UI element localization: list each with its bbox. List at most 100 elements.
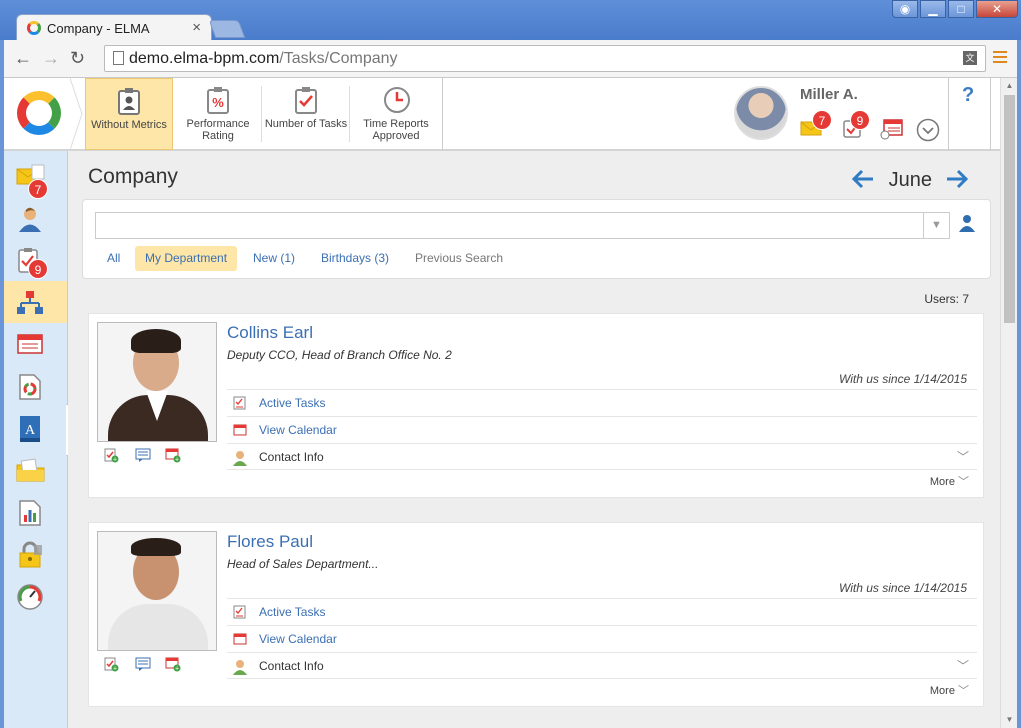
add-task-icon[interactable]: + <box>103 447 119 464</box>
sidebar-tasks-badge: 9 <box>28 259 48 279</box>
clock-icon <box>383 86 410 114</box>
app-header: Without Metrics % Performance Rating Num… <box>4 78 1000 151</box>
tasks-badge: 9 <box>850 110 870 130</box>
logo-chevron-icon <box>70 78 83 150</box>
window-close-button[interactable]: ✕ <box>976 0 1018 18</box>
month-navigator: June <box>851 165 968 193</box>
document-icon <box>16 373 44 400</box>
window-user-icon[interactable]: ◉ <box>892 0 918 18</box>
elma-logo[interactable] <box>4 78 84 150</box>
help-icon[interactable]: ? <box>962 84 974 107</box>
sidebar-item-reports[interactable] <box>4 491 67 533</box>
sidebar-item-knowledge-base[interactable]: A <box>4 407 67 449</box>
tab-title: Company - ELMA <box>47 21 150 36</box>
chevron-down-icon[interactable]: ﹀ <box>957 657 969 674</box>
metric-without-metrics[interactable]: Without Metrics <box>85 78 173 150</box>
expand-profile-icon[interactable] <box>916 118 940 142</box>
translate-icon[interactable]: 文 <box>963 51 977 65</box>
sidebar-item-profile[interactable] <box>4 197 67 239</box>
browser-tab[interactable]: Company - ELMA × <box>16 14 212 40</box>
user-card: + + Collins Earl Deputy CCO, Head of Bra… <box>88 313 984 498</box>
sidebar-item-security[interactable] <box>4 533 67 575</box>
active-tasks-link[interactable]: Active Tasks <box>259 396 325 410</box>
filter-birthdays[interactable]: Birthdays (3) <box>311 246 399 271</box>
active-tasks-row[interactable]: Active Tasks <box>227 389 977 416</box>
sidebar-item-tasks[interactable]: 9 <box>4 239 67 281</box>
more-button[interactable]: More ﹀ <box>930 473 969 489</box>
elma-favicon-icon <box>27 21 41 35</box>
user-card: + + Flores Paul Head of Sales Department… <box>88 522 984 707</box>
reload-icon[interactable]: ↻ <box>70 48 85 69</box>
filter-all[interactable]: All <box>97 246 130 271</box>
calendar-icon[interactable] <box>880 118 903 140</box>
page-title: Company <box>88 165 178 188</box>
contact-info-row[interactable]: Contact Info ﹀ <box>227 652 977 679</box>
more-button[interactable]: More ﹀ <box>930 682 969 698</box>
current-user-name[interactable]: Miller A. <box>800 86 858 103</box>
browser-menu-icon[interactable] <box>993 51 1007 63</box>
message-icon[interactable] <box>135 656 151 672</box>
main-content: Company June ▼ All My Department New (1)… <box>68 151 1000 728</box>
filter-previous-search[interactable]: Previous Search <box>405 246 513 271</box>
page-scrollbar[interactable]: ▲ ▼ <box>1000 78 1017 728</box>
new-tab-button[interactable] <box>208 20 246 38</box>
chevron-down-icon[interactable]: ﹀ <box>957 448 969 465</box>
sidebar-item-folders[interactable] <box>4 449 67 491</box>
filter-my-department[interactable]: My Department <box>135 246 238 271</box>
svg-text:+: + <box>175 666 179 673</box>
scroll-down-icon[interactable]: ▼ <box>1001 712 1017 728</box>
sidebar-item-messages[interactable]: 7 <box>4 155 67 199</box>
view-calendar-row[interactable]: View Calendar <box>227 416 977 443</box>
active-tasks-row[interactable]: Active Tasks <box>227 598 977 625</box>
url-text[interactable]: demo.elma-bpm.com/Tasks/Company <box>129 50 398 68</box>
active-tasks-link[interactable]: Active Tasks <box>259 605 325 619</box>
svg-text:+: + <box>113 457 117 464</box>
avatar[interactable] <box>734 86 788 140</box>
metric-number-of-tasks[interactable]: Number of Tasks <box>262 78 350 150</box>
user-icon <box>16 205 44 232</box>
view-calendar-link[interactable]: View Calendar <box>259 632 337 646</box>
search-input[interactable] <box>95 212 950 239</box>
sidebar-item-kpi[interactable] <box>4 575 67 617</box>
prev-month-arrow-icon[interactable] <box>851 165 881 192</box>
search-dropdown-icon[interactable]: ▼ <box>923 213 949 238</box>
contact-info-row[interactable]: Contact Info ﹀ <box>227 443 977 470</box>
sidebar-item-calendar[interactable] <box>4 323 67 365</box>
elma-logo-icon <box>17 91 61 135</box>
sidebar-mail-badge: 7 <box>28 179 48 199</box>
book-icon: A <box>16 415 44 442</box>
scroll-up-icon[interactable]: ▲ <box>1001 78 1017 94</box>
metric-label: Time Reports Approved <box>363 118 429 142</box>
address-bar[interactable]: demo.elma-bpm.com/Tasks/Company 文 <box>104 45 986 72</box>
user-picker-icon[interactable] <box>959 214 975 232</box>
sidebar-item-documents[interactable] <box>4 365 67 407</box>
view-calendar-link[interactable]: View Calendar <box>259 423 337 437</box>
user-photo[interactable] <box>97 531 217 651</box>
next-month-arrow-icon[interactable] <box>946 165 968 192</box>
scroll-thumb[interactable] <box>1004 95 1015 323</box>
add-event-icon[interactable]: + <box>165 447 181 464</box>
metric-performance-rating[interactable]: % Performance Rating <box>174 78 262 150</box>
user-name-link[interactable]: Collins Earl <box>227 323 313 343</box>
sidebar-item-org-structure[interactable] <box>4 281 67 323</box>
view-calendar-row[interactable]: View Calendar <box>227 625 977 652</box>
back-icon[interactable]: ← <box>14 48 32 69</box>
add-task-icon[interactable]: + <box>103 656 119 673</box>
user-photo[interactable] <box>97 322 217 442</box>
add-event-icon[interactable]: + <box>165 656 181 673</box>
user-since: With us since 1/14/2015 <box>839 581 967 595</box>
metric-time-reports-approved[interactable]: Time Reports Approved <box>350 78 442 150</box>
window-maximize-button[interactable]: □ <box>948 0 974 18</box>
tab-close-icon[interactable]: × <box>192 19 201 36</box>
contact-icon <box>233 659 247 675</box>
window-minimize-button[interactable]: ▁ <box>920 0 946 18</box>
forward-icon[interactable]: → <box>42 48 60 69</box>
user-name-link[interactable]: Flores Paul <box>227 532 313 552</box>
metric-label: Without Metrics <box>91 119 167 131</box>
tasks-icon <box>233 396 247 410</box>
current-month: June <box>888 169 933 191</box>
card-tools: + + <box>103 656 213 673</box>
filter-new[interactable]: New (1) <box>243 246 305 271</box>
left-sidebar: 7 9 A <box>4 151 68 728</box>
message-icon[interactable] <box>135 447 151 463</box>
